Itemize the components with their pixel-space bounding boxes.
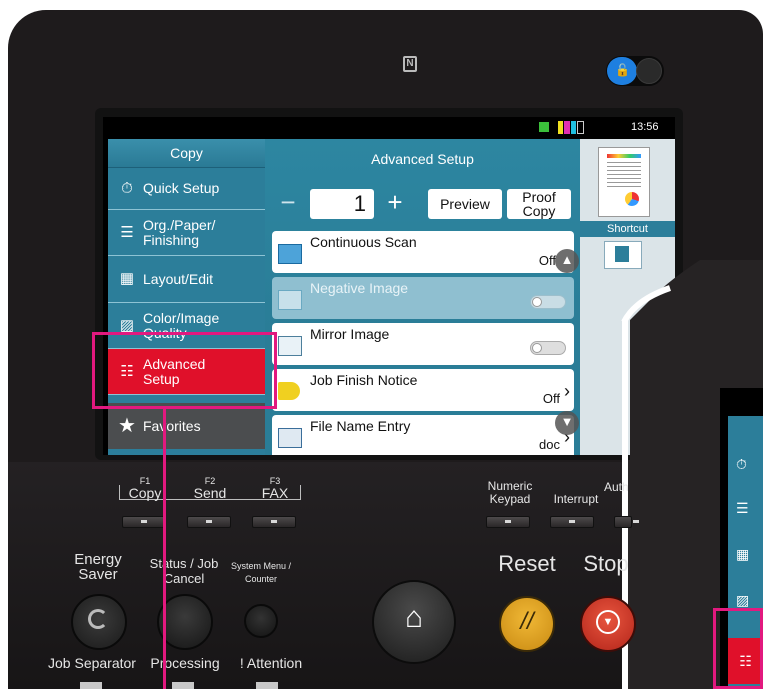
sidebar-title: Copy	[108, 139, 265, 168]
setting-row-file-name-entry[interactable]: File Name Entry doc ›	[272, 415, 574, 455]
job-separator-indicator	[80, 682, 102, 689]
status-bar: 13:56	[103, 117, 675, 139]
attention-label: ! Attention	[239, 655, 303, 671]
stop-button[interactable]: ▼	[580, 596, 636, 652]
setting-value: Off	[538, 253, 556, 268]
chevron-right-icon: ›	[564, 381, 570, 401]
increase-copies-button[interactable]: +	[381, 187, 409, 219]
lock-toggle[interactable]: 🔓	[606, 56, 664, 86]
energy-saver-button[interactable]	[71, 594, 127, 650]
callout-line	[163, 409, 166, 689]
processing-indicator	[172, 682, 194, 689]
shortcut-label: Shortcut	[580, 221, 675, 237]
timer-icon: ⏱	[121, 179, 133, 197]
sidebar-item-label: Quick Setup	[143, 180, 220, 196]
preview-text-lines	[607, 162, 641, 188]
file-name-icon	[278, 428, 302, 448]
energy-saver-label: Energy Saver	[74, 551, 122, 583]
setting-row-negative-image[interactable]: Negative Image	[272, 277, 574, 319]
f3-fax-key[interactable]	[252, 516, 296, 528]
stop-label: Stop	[583, 551, 629, 576]
megaphone-icon	[278, 382, 300, 400]
numeric-keypad-key[interactable]	[486, 516, 530, 528]
lock-toggle-dark-knob	[636, 58, 662, 84]
layout-icon: ▦	[736, 546, 750, 562]
sidebar-item-layout-edit[interactable]: ▦ Layout/Edit	[108, 256, 265, 303]
timer-icon: ⏱	[736, 456, 747, 472]
setting-name: Continuous Scan	[310, 234, 417, 250]
highlight-box-zoom	[713, 608, 763, 689]
toner-level-icon	[558, 121, 584, 134]
preview-chart	[625, 192, 639, 206]
image-icon: ▨	[736, 592, 750, 608]
document-status-icon	[539, 122, 549, 132]
paper-stack-icon: ☰	[736, 500, 749, 516]
negative-image-toggle[interactable]	[530, 295, 566, 309]
star-icon: ★	[118, 415, 136, 437]
setting-name: Mirror Image	[310, 326, 390, 342]
function-key-f3-label: F3 FAX	[250, 476, 300, 500]
preview-color-bar	[607, 154, 641, 158]
fkey-label: FAX	[261, 485, 289, 501]
setting-name: File Name Entry	[310, 418, 411, 434]
mirror-image-toggle[interactable]	[530, 341, 566, 355]
home-button[interactable]: ⌂	[372, 580, 456, 664]
proof-copy-button[interactable]: Proof Copy	[507, 189, 571, 219]
page-title: Advanced Setup	[371, 151, 474, 167]
scroll-up-button[interactable]: ▲	[555, 249, 579, 273]
attention-indicator	[256, 682, 278, 689]
copies-field[interactable]: 1	[310, 189, 374, 219]
fkey-label: Send	[193, 485, 227, 501]
sidebar-item-favorites[interactable]: ★ Favorites	[108, 403, 265, 449]
layout-icon: ▦	[119, 270, 135, 287]
mirror-image-icon	[278, 336, 302, 356]
sidebar-item-label: Org./Paper/ Finishing	[143, 216, 216, 248]
system-menu-counter-button[interactable]	[244, 604, 278, 638]
fkey-label: Copy	[128, 485, 162, 501]
setting-name: Job Finish Notice	[310, 372, 418, 388]
stop-icon: ▼	[596, 610, 620, 634]
interrupt-key[interactable]	[550, 516, 594, 528]
sidebar-item-quick-setup[interactable]: ⏱ Quick Setup	[108, 168, 265, 210]
continuous-scan-icon	[278, 244, 302, 264]
home-icon: ⌂	[404, 601, 424, 634]
reset-label: Reset	[498, 551, 556, 576]
processing-label: Processing	[150, 655, 220, 671]
setting-row-job-finish-notice[interactable]: Job Finish Notice Off ›	[272, 369, 574, 411]
authentication-key[interactable]	[614, 516, 639, 528]
sidebar-item-org-paper-finishing[interactable]: ☰ Org./Paper/ Finishing	[108, 210, 265, 256]
setting-value: Off	[542, 391, 560, 406]
scroll-down-button[interactable]: ▼	[555, 411, 579, 435]
moon-icon	[88, 609, 108, 629]
advanced-setup-pane: Advanced Setup − 1 + Preview Proof Copy …	[265, 139, 580, 455]
paper-stack-icon: ☰	[120, 223, 134, 241]
reset-slash-icon: //	[520, 608, 534, 635]
job-separator-label: Job Separator	[48, 655, 136, 671]
document-preview-thumbnail[interactable]	[598, 147, 650, 217]
authentication-label: Auth	[604, 480, 629, 494]
sidebar-item-label: Layout/Edit	[143, 270, 214, 287]
highlight-box-advanced-setup	[92, 332, 277, 409]
unlock-icon: 🔓	[615, 63, 630, 77]
negative-image-icon	[278, 290, 302, 310]
setting-name: Negative Image	[310, 280, 409, 296]
interrupt-label: Interrupt	[553, 492, 599, 506]
sidebar-item-label: Favorites	[143, 417, 201, 434]
reset-button[interactable]: //	[499, 596, 555, 652]
f1-copy-key[interactable]	[122, 516, 166, 528]
preview-button[interactable]: Preview	[428, 189, 502, 219]
f2-send-key[interactable]	[187, 516, 231, 528]
decrease-copies-button[interactable]: −	[275, 187, 301, 219]
numeric-keypad-label: Numeric Keypad	[487, 479, 533, 506]
nfc-icon: N	[403, 56, 417, 72]
function-key-f2-label: F2 Send	[185, 476, 235, 500]
clock: 13:56	[631, 121, 659, 133]
setting-row-continuous-scan[interactable]: Continuous Scan Off	[272, 231, 574, 273]
status-job-cancel-label: Status / Job Cancel	[149, 556, 219, 586]
setting-value: doc	[539, 437, 560, 452]
setting-row-mirror-image[interactable]: Mirror Image	[272, 323, 574, 365]
system-menu-counter-label: System Menu / Counter	[230, 561, 292, 584]
